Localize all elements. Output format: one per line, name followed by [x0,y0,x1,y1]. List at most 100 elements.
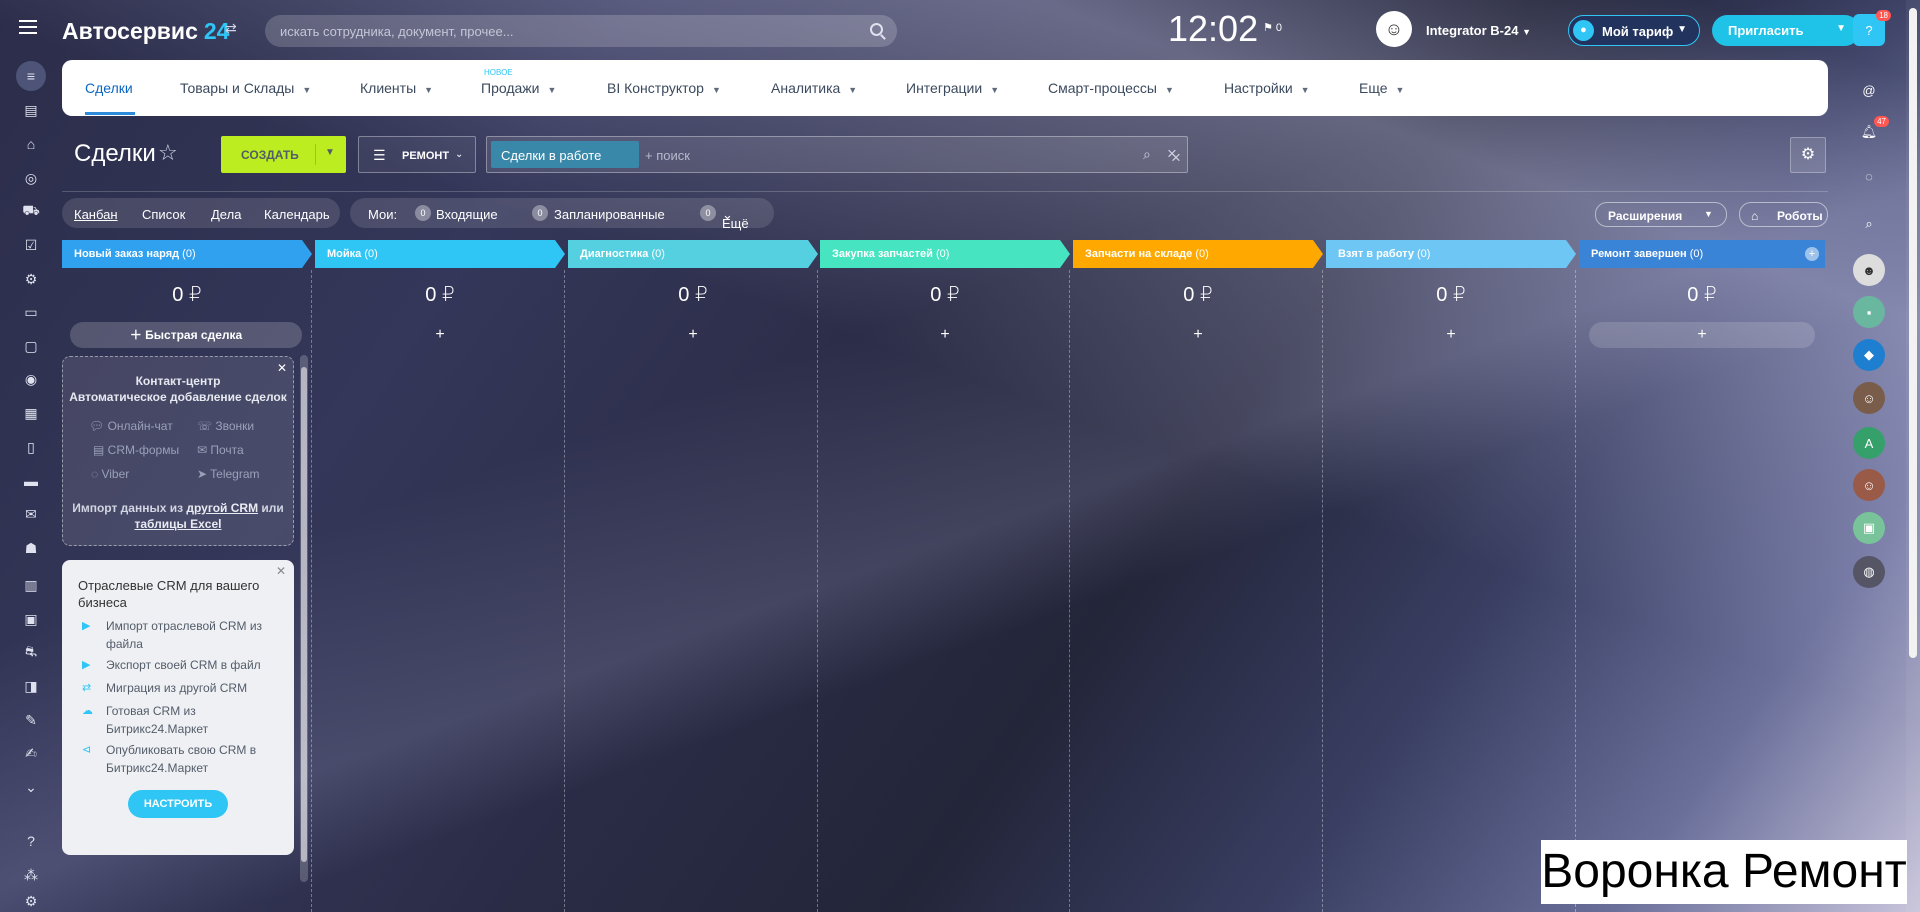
extensions-button[interactable]: Расширения ▼ [1595,202,1727,227]
drive-icon[interactable]: ▬ [20,470,42,492]
mail-icon[interactable]: ✉ [20,503,42,525]
chart-icon[interactable]: ▥ [20,574,42,596]
channel-crm-forms[interactable]: ▤ CRM-формы [93,443,179,457]
star-icon[interactable]: ☆ [158,140,178,166]
avatar[interactable]: ◍ [1853,556,1885,588]
search-icon[interactable]: ⌕ [1853,208,1885,240]
doc-icon[interactable]: ▭ [20,301,42,323]
avatar[interactable]: ◆ [1853,339,1885,371]
bell-icon[interactable]: 🔔︎ 47 [1853,116,1889,148]
user-name[interactable]: Integrator B-24 ▼ [1426,23,1531,38]
filter-chip[interactable]: Сделки в работе × [491,141,1181,168]
help-icon[interactable]: ? [20,830,42,852]
channel-mail[interactable]: ✉ Почта [197,443,244,457]
column-header[interactable]: Диагностика (0) [568,240,818,268]
add-deal-button[interactable]: + [1588,322,1816,348]
home-icon[interactable]: ⌂ [20,133,42,155]
user-avatar[interactable]: ☺ [1376,11,1412,47]
column-header[interactable]: Взят в работу (0) [1326,240,1576,268]
more-filter[interactable]: Ещё ⌄ [722,207,749,231]
avatar[interactable]: ☺ [1853,382,1885,414]
channel-viber[interactable]: ◌ Viber [91,467,129,481]
group-icon[interactable]: ☗ [20,537,42,559]
page-scrollbar[interactable] [1906,0,1920,912]
avatar[interactable]: ▪ [1853,296,1885,328]
avatar[interactable]: ☻ [1853,254,1885,286]
view-calendar[interactable]: Календарь [264,207,330,222]
search-icon[interactable] [870,23,883,36]
import-excel-link[interactable]: таблицы Excel [135,517,222,531]
filter-icon[interactable]: ≡ [16,61,46,91]
add-deal-button[interactable]: + [1083,322,1313,348]
column-header[interactable]: Запчасти на складе (0) [1073,240,1323,268]
column-header[interactable]: Ремонт завершен (0) + [1579,240,1825,268]
create-button[interactable]: СОЗДАТЬ ▼ [221,136,346,173]
channel-online-chat[interactable]: 💬︎ Онлайн-чат [89,419,173,433]
tab-sales[interactable]: Продажи ▼ [481,80,556,96]
column-header[interactable]: Мойка (0) [315,240,565,268]
planned-filter[interactable]: Запланированные [554,207,665,222]
add-deal-button[interactable]: + [578,322,808,348]
channel-telegram[interactable]: ➤ Telegram [197,467,260,481]
column-scrollbar[interactable] [300,355,308,882]
search-input[interactable]: искать сотрудника, документ, прочее... [265,15,897,47]
at-icon[interactable]: @ [1853,74,1885,106]
add-deal-button[interactable]: + [830,322,1060,348]
tab-analytics[interactable]: Аналитика ▼ [771,80,857,96]
industry-item[interactable]: ⇄ Миграция из другой CRM [82,679,282,697]
box-icon[interactable]: ◨ [20,675,42,697]
tab-smart-processes[interactable]: Смарт-процессы ▼ [1048,80,1174,96]
search-icon[interactable]: ⌕ [1143,146,1151,163]
flow-icon[interactable]: ⚙ [20,268,42,290]
configure-button[interactable]: НАСТРОИТЬ [128,790,228,818]
industry-item[interactable]: ⊲ Опубликовать свою CRM в Битрикс24.Марке… [82,741,282,777]
clock[interactable]: 12:02 [1168,8,1258,50]
industry-item[interactable]: ▶ Экспорт своей CRM в файл [82,656,282,674]
flag-counter[interactable]: ⚑ 0 [1263,21,1282,34]
avatar[interactable]: A [1853,427,1885,459]
view-list[interactable]: Список [142,207,185,222]
industry-item[interactable]: ▶ Импорт отраслевой CRM из файла [82,617,282,653]
calendar-icon[interactable]: ▦ [20,402,42,424]
scrollbar-thumb[interactable] [301,367,307,862]
close-icon[interactable]: ✕ [276,564,286,578]
filter-input[interactable]: Сделки в работе × + поиск ⌕ × [486,136,1188,173]
checkbox-icon[interactable]: ☑ [20,234,42,256]
tab-settings[interactable]: Настройки ▼ [1224,80,1310,96]
view-activities[interactable]: Дела [211,207,241,222]
robots-button[interactable]: ⌂ Роботы [1739,202,1828,227]
add-deal-button[interactable]: + [1336,322,1566,348]
scrollbar-thumb[interactable] [1909,8,1917,658]
tab-deals[interactable]: Сделки [85,80,133,96]
circle-icon[interactable]: ◉ [20,368,42,390]
app-logo[interactable]: Автосервис 24 [62,18,229,45]
column-header[interactable]: Новый заказ наряд (0) [62,240,312,268]
chevron-down-circle-icon[interactable]: ⌄ [20,776,42,798]
structure-icon[interactable]: ⁂ [20,864,42,886]
avatar[interactable]: ▣ [1853,512,1885,544]
cart-icon[interactable]: ⛟ [20,200,42,222]
help-button-icon[interactable]: ? 18 [1853,10,1891,46]
switch-icon[interactable]: ⇄ [225,20,237,37]
file-icon[interactable]: ▯ [20,436,42,458]
column-header[interactable]: Закупка запчастей (0) [820,240,1070,268]
tab-products[interactable]: Товары и Склады ▼ [180,80,311,96]
quick-deal-button[interactable]: ＋ Быстрая сделка [70,322,302,348]
channel-calls[interactable]: ☏ Звонки [197,419,254,433]
add-column-icon[interactable]: + [1805,247,1819,261]
chat-icon[interactable]: ▢ [20,335,42,357]
sign-icon[interactable]: ✍ [20,742,42,764]
edit-icon[interactable]: ✎ [20,709,42,731]
view-kanban[interactable]: Канбан [74,207,118,222]
gear-icon[interactable]: ⚙ [1790,137,1826,173]
import-other-crm-link[interactable]: другой CRM [186,501,258,515]
incoming-filter[interactable]: Входящие [436,207,498,222]
settings-icon[interactable]: ⚙ [20,890,42,912]
clear-icon[interactable]: × [1167,144,1177,164]
tab-integrations[interactable]: Интеграции ▼ [906,80,999,96]
menu-icon[interactable] [19,20,37,34]
avatar[interactable]: ☺ [1853,469,1885,501]
tab-more[interactable]: Еще ▼ [1359,80,1404,96]
chevron-down-icon[interactable]: ▼ [325,147,335,158]
tasks-icon[interactable]: ▤ [20,99,42,121]
